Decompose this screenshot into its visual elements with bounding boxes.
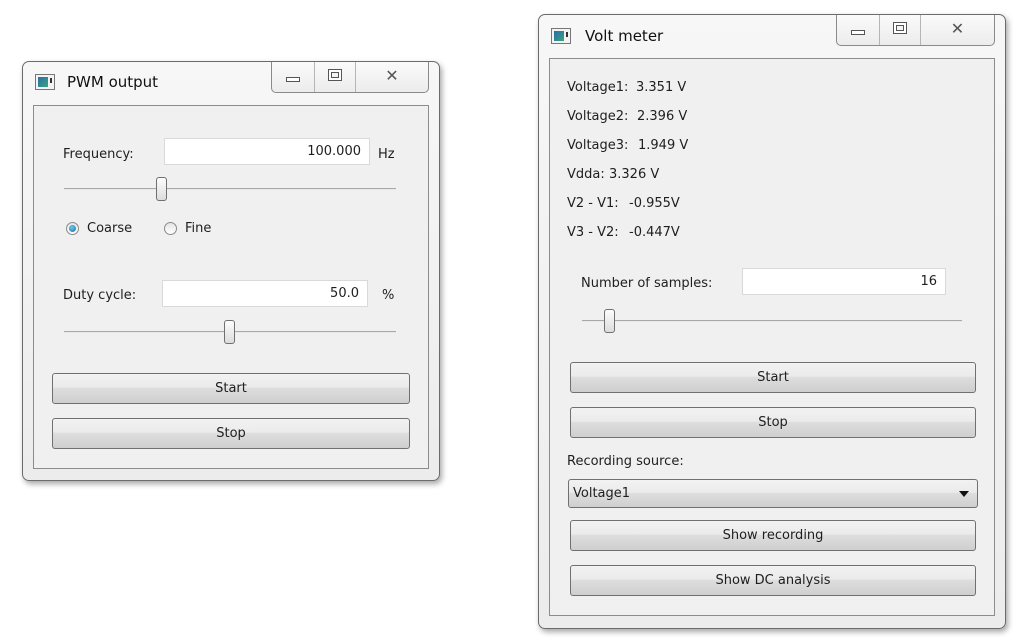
recording-source-value: Voltage1	[573, 486, 631, 501]
slider-track	[64, 188, 396, 190]
pwm-panel: Frequency: 100.000 Hz Coarse Fine Duty c…	[33, 105, 429, 469]
window-controls: ✕	[836, 15, 995, 46]
duty-cycle-input[interactable]: 50.0	[162, 280, 368, 307]
app-window-icon	[551, 28, 571, 44]
frequency-label: Frequency:	[63, 147, 134, 162]
slider-thumb[interactable]	[156, 177, 167, 201]
app-window-icon	[35, 74, 55, 90]
radio-unchecked-icon	[164, 222, 177, 235]
show-recording-button[interactable]: Show recording	[570, 520, 976, 551]
volt-start-button[interactable]: Start	[570, 362, 976, 393]
vdda-label: Vdda:	[567, 167, 605, 182]
window-title: PWM output	[67, 73, 159, 91]
close-icon: ✕	[385, 66, 399, 85]
fine-radio[interactable]: Fine	[164, 221, 211, 236]
coarse-label: Coarse	[87, 221, 133, 236]
pwm-stop-button[interactable]: Stop	[52, 418, 410, 449]
maximize-button[interactable]	[880, 15, 921, 45]
recording-source-select[interactable]: Voltage1	[568, 479, 978, 508]
window-controls: ✕	[271, 62, 429, 93]
duty-cycle-unit: %	[382, 288, 395, 303]
v3-v2-value: -0.447V	[629, 225, 680, 240]
radio-checked-icon	[66, 222, 79, 235]
voltage2-label: Voltage2:	[567, 109, 629, 124]
voltage1-value: 3.351 V	[636, 80, 687, 95]
close-icon: ✕	[950, 19, 965, 38]
close-button[interactable]: ✕	[356, 62, 428, 92]
volt-meter-window: Volt meter ✕ Voltage1: 3.351 V Voltage2:…	[538, 14, 1006, 629]
minimize-button[interactable]	[272, 62, 315, 92]
frequency-slider[interactable]	[64, 177, 396, 201]
duty-cycle-slider[interactable]	[64, 320, 396, 344]
pwm-titlebar[interactable]: PWM output ✕	[23, 62, 439, 102]
voltage3-label: Voltage3:	[567, 138, 629, 153]
voltage2-value: 2.396 V	[637, 109, 688, 124]
dropdown-arrow-icon	[959, 491, 969, 497]
pwm-start-button[interactable]: Start	[52, 373, 410, 404]
volt-stop-button[interactable]: Stop	[570, 407, 976, 438]
fine-label: Fine	[185, 221, 212, 236]
frequency-input[interactable]: 100.000	[164, 138, 370, 165]
samples-label: Number of samples:	[581, 276, 713, 291]
slider-thumb[interactable]	[224, 320, 235, 344]
pwm-output-window: PWM output ✕ Frequency: 100.000 Hz Coars…	[22, 61, 440, 481]
volt-panel: Voltage1: 3.351 V Voltage2: 2.396 V Volt…	[549, 58, 995, 616]
close-button[interactable]: ✕	[921, 15, 994, 45]
maximize-button[interactable]	[315, 62, 356, 92]
samples-slider[interactable]	[582, 309, 962, 333]
minimize-button[interactable]	[837, 15, 880, 45]
show-dc-analysis-button[interactable]: Show DC analysis	[570, 565, 976, 596]
frequency-unit: Hz	[378, 147, 395, 162]
volt-titlebar[interactable]: Volt meter ✕	[539, 15, 1005, 55]
v3-v2-label: V3 - V2:	[567, 225, 619, 240]
slider-track	[582, 320, 962, 322]
samples-input[interactable]: 16	[742, 268, 946, 295]
voltage3-value: 1.949 V	[638, 138, 689, 153]
coarse-radio[interactable]: Coarse	[66, 221, 132, 236]
window-title: Volt meter	[585, 27, 664, 45]
recording-source-label: Recording source:	[567, 454, 684, 469]
voltage1-label: Voltage1:	[567, 80, 629, 95]
v2-v1-value: -0.955V	[629, 196, 680, 211]
duty-cycle-label: Duty cycle:	[63, 288, 137, 303]
v2-v1-label: V2 - V1:	[567, 196, 619, 211]
slider-thumb[interactable]	[604, 309, 615, 333]
vdda-value: 3.326 V	[609, 167, 660, 182]
